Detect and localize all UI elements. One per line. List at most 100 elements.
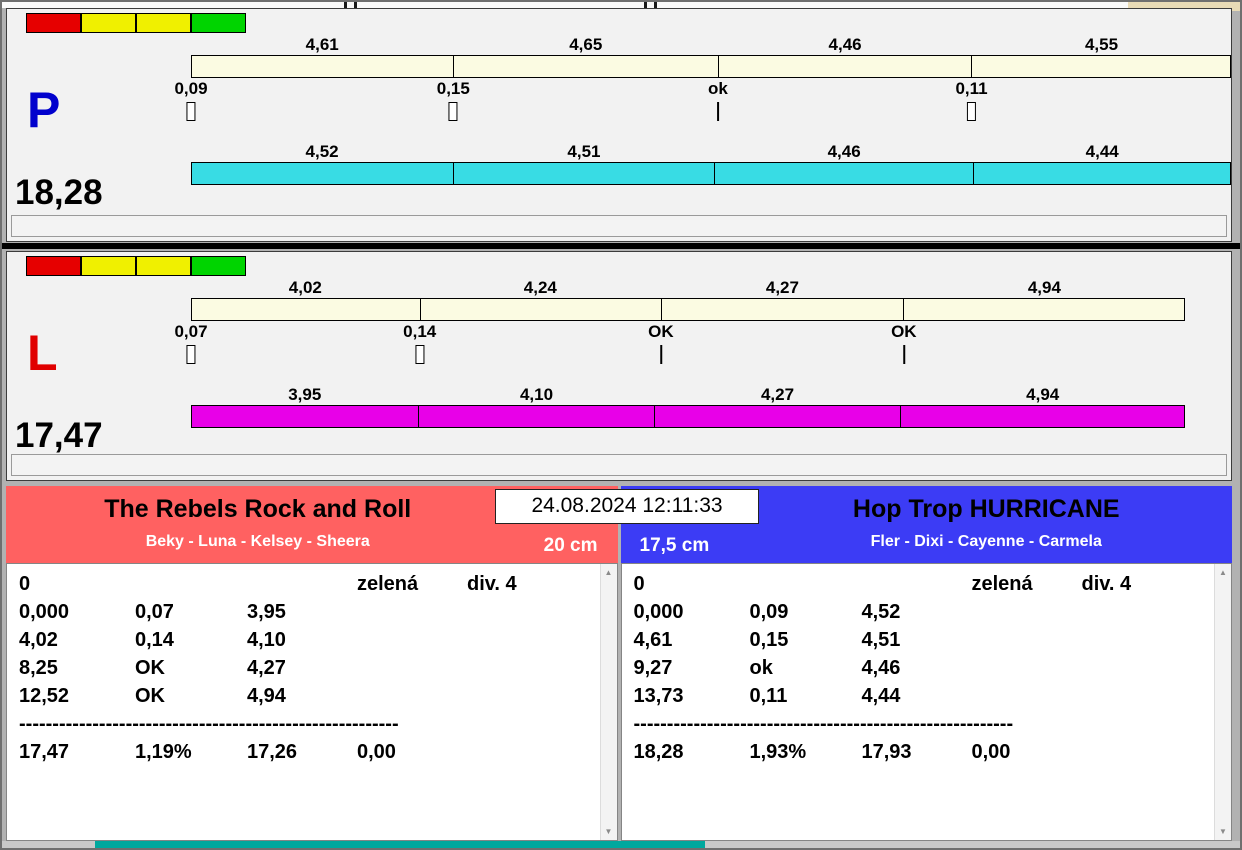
change-tick (902, 345, 905, 364)
result-cell: 18,28 (633, 741, 684, 763)
result-cell: 0 (633, 573, 645, 595)
lane-chart: 4,02 4,24 4,27 4,94 0,07 0,14 OK OK 3,95 4,10 4,… (174, 278, 1231, 428)
result-cell: zelená (357, 573, 419, 595)
result-cell (862, 570, 972, 598)
split-time-label: 4,61 (305, 35, 339, 54)
result-cell: OK (135, 657, 165, 679)
lane-panel-p: P 4,61 4,65 4,46 4,55 0,09 0,15 ok 0,11 4,52 4,… (6, 8, 1232, 242)
dog-time-label: 3,95 (288, 385, 322, 404)
application-window: P 4,61 4,65 4,46 4,55 0,09 0,15 ok 0,11 4,52 4,… (0, 0, 1242, 850)
scrollbar[interactable]: ▲ ▼ (599, 564, 617, 840)
dog-bar-segment (192, 406, 420, 427)
change-time-label: 0,15 (436, 79, 470, 98)
split-bar-segment (192, 299, 421, 320)
team-name: The Rebels Rock and Roll (104, 495, 412, 523)
result-cell: 9,27 (633, 657, 673, 679)
results-textbox[interactable]: 0 zelená div. 4 0,000 0,07 3,95 4,02 0,14 4,10 8,… (6, 563, 618, 841)
scroll-up-button[interactable]: ▲ (1215, 564, 1231, 581)
result-row: 4,02 0,14 4,10 (19, 626, 587, 654)
result-cell: 8,25 (19, 657, 58, 679)
lane-chart: 4,61 4,65 4,46 4,55 0,09 0,15 ok 0,11 4,52 4,51… (174, 35, 1231, 185)
dog-bar-segment (192, 163, 454, 184)
result-cell: 0,14 (135, 629, 174, 651)
change-marker: OK (648, 322, 674, 364)
result-cell: 3,95 (247, 601, 286, 623)
change-time-label: ok (707, 79, 728, 98)
lane-letter: L (27, 325, 58, 381)
result-row: 12,52 OK 4,94 (19, 682, 587, 710)
scroll-down-button[interactable]: ▼ (601, 823, 617, 840)
result-cell: 4,44 (861, 685, 901, 707)
change-marker: 0,11 (955, 79, 988, 121)
dog-bar-segment (655, 406, 901, 427)
results-textbox[interactable]: 0 zelená div. 4 0,000 0,09 4,52 4,61 0,15 4,51 9,… (620, 563, 1232, 841)
result-cell: zelená (971, 573, 1033, 595)
results-panel: The Rebels Rock and Roll Beky - Luna - K… (6, 486, 1232, 841)
dog-bar-segment (901, 406, 1184, 427)
results-body: 0 zelená div. 4 0,000 0,07 3,95 4,02 0,14 4,10 8,… (19, 570, 587, 766)
split-bar-segment (662, 299, 905, 320)
jump-height: 20 cm (543, 535, 598, 556)
result-divider: ----------------------------------------… (633, 713, 1014, 735)
change-time-label: OK (891, 322, 917, 341)
result-cell: 4,52 (861, 601, 901, 623)
taskbar-fragment (95, 841, 705, 848)
result-cell: 0,07 (135, 601, 174, 623)
result-cell: 0,15 (749, 629, 789, 651)
dog-bar-segment (715, 163, 974, 184)
result-cell: 0,09 (749, 601, 789, 623)
split-time-label: 4,24 (523, 278, 557, 297)
scrollbar[interactable]: ▲ ▼ (1214, 564, 1231, 840)
change-markers: 0,07 0,14 OK OK (174, 321, 1185, 385)
status-light (136, 256, 191, 276)
split-bar-segment (719, 56, 973, 77)
result-cell: 13,73 (633, 685, 684, 707)
result-cell: 17,26 (247, 741, 298, 763)
split-bar-segment (972, 56, 1230, 77)
lane-chart-inner: 4,61 4,65 4,46 4,55 0,09 0,15 ok 0,11 4,52 4,51… (174, 35, 1231, 185)
result-cell: 0 (19, 573, 31, 595)
result-row: 13,73 0,11 4,44 (634, 682, 1202, 710)
lane-footer-strip (11, 454, 1227, 476)
result-row: 4,61 0,15 4,51 (634, 626, 1202, 654)
result-cell: OK (135, 685, 165, 707)
result-cell (247, 570, 357, 598)
scroll-down-button[interactable]: ▼ (1215, 823, 1231, 840)
status-light (26, 256, 81, 276)
result-cell: 0,11 (749, 685, 788, 707)
lane-total-time: 18,28 (15, 173, 103, 212)
timestamp: 24.08.2024 12:11:33 (495, 489, 759, 524)
lane-chart-inner: 4,02 4,24 4,27 4,94 0,07 0,14 OK OK 3,95 4,10 4,… (174, 278, 1185, 428)
result-cell: div. 4 (1081, 573, 1132, 595)
result-row: 0,000 0,07 3,95 (19, 598, 587, 626)
result-cell: 4,61 (633, 629, 673, 651)
results-body: 0 zelená div. 4 0,000 0,09 4,52 4,61 0,15 4,51 9,… (634, 570, 1202, 766)
change-marker: 0,09 (174, 79, 208, 121)
result-cell: 17,47 (19, 741, 70, 763)
result-cell: 0,000 (19, 601, 70, 623)
split-time-label: 4,65 (569, 35, 603, 54)
split-bar-segment (421, 299, 662, 320)
status-light (191, 256, 246, 276)
dog-time-label: 4,46 (827, 142, 861, 161)
split-bar (191, 55, 1231, 78)
lane-divider (2, 243, 1240, 249)
result-cell: 4,51 (861, 629, 901, 651)
split-time-label: 4,02 (288, 278, 322, 297)
lane-footer-strip (11, 215, 1227, 237)
change-marker: 0,07 (174, 322, 208, 364)
change-time-label: 0,07 (174, 322, 208, 341)
team-members: Fler - Dixi - Cayenne - Carmela (870, 533, 1102, 550)
status-light (81, 13, 136, 33)
split-bar (191, 298, 1185, 321)
team-members: Beky - Luna - Kelsey - Sheera (145, 533, 370, 550)
scroll-up-button[interactable]: ▲ (601, 564, 617, 581)
team-left: The Rebels Rock and Roll Beky - Luna - K… (6, 486, 618, 841)
dog-bar (191, 162, 1231, 185)
change-marker: ok (708, 79, 728, 121)
status-light (191, 13, 246, 33)
change-tick (186, 102, 196, 121)
team-right: Hop Trop HURRICANE Fler - Dixi - Cayenne… (620, 486, 1232, 841)
dog-bar-segment (454, 163, 716, 184)
result-row: 0 zelená div. 4 (634, 570, 1202, 598)
